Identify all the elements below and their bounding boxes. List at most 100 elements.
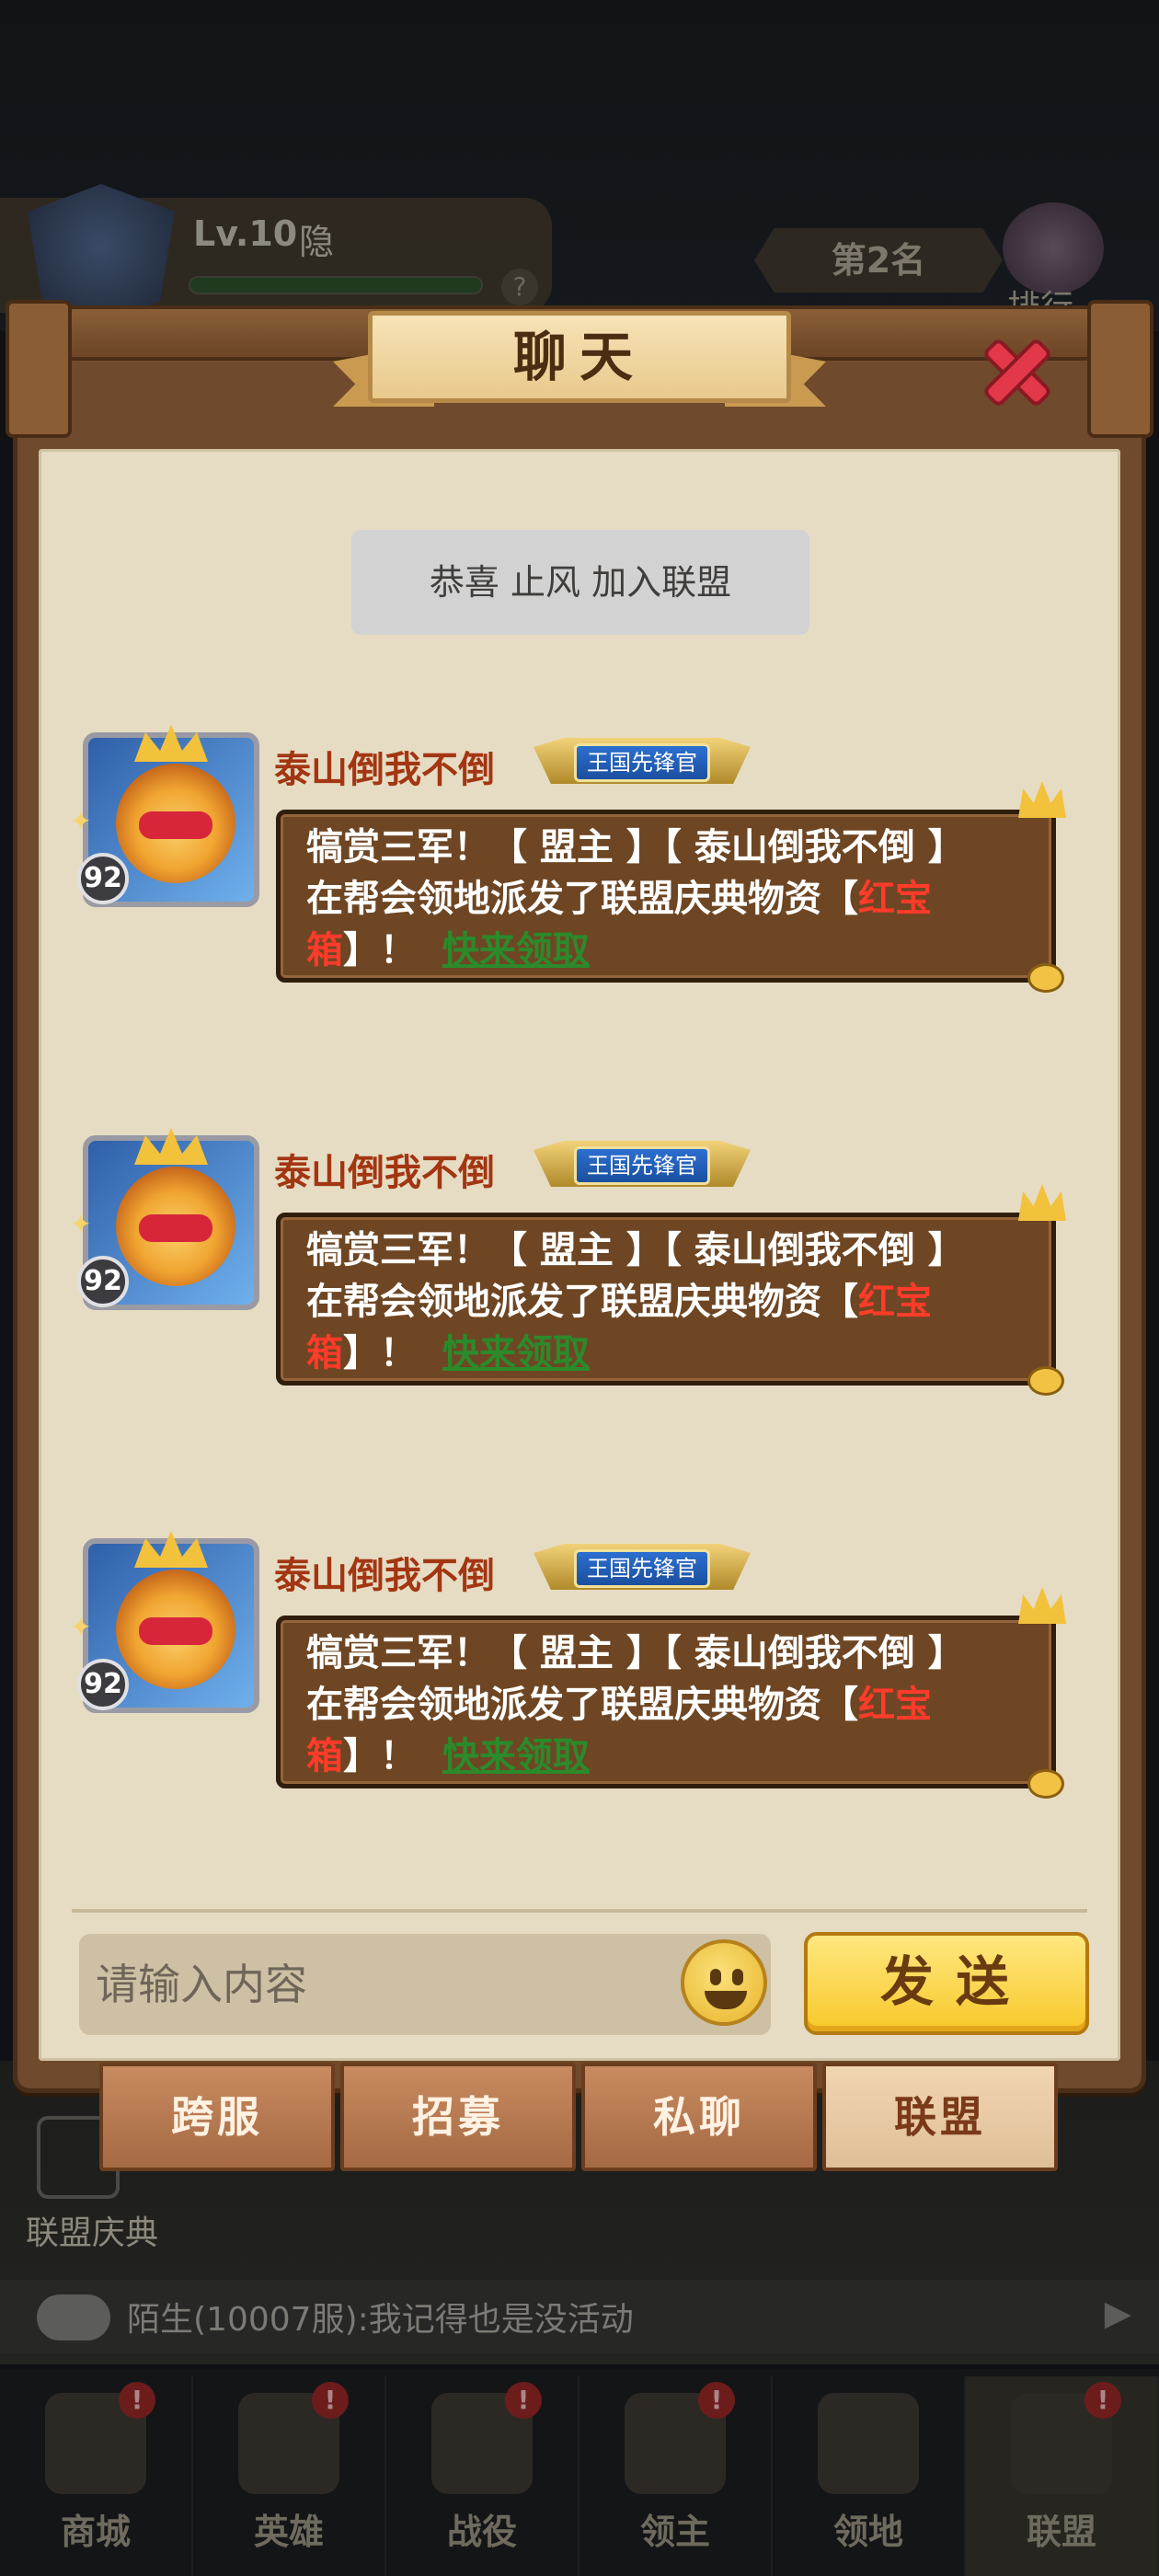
emoji-icon	[732, 1969, 743, 1985]
sender-name[interactable]: 泰山倒我不倒	[274, 1143, 495, 1196]
close-button[interactable]	[971, 326, 1063, 418]
nav-item-lord: ! 领主	[580, 2376, 773, 2576]
message-bubble: 犒赏三军！【 盟主 】【 泰山倒我不倒 】 在帮会领地派发了联盟庆典物资【红宝 …	[276, 1587, 1066, 1799]
winged-badge-icon: 王国先锋官	[534, 1538, 751, 1595]
message-line: 犒赏三军！【 盟主 】【 泰山倒我不倒 】	[306, 1229, 965, 1271]
nav-item-alliance: ! 联盟	[966, 2376, 1159, 2576]
title-badge-label: 王国先锋官	[574, 1549, 710, 1588]
nav-item-campaign: ! 战役	[386, 2376, 580, 2576]
message-text: 】！	[343, 1332, 417, 1374]
claim-link[interactable]: 快来领取	[442, 1735, 590, 1777]
nav-item-territory: 领地	[773, 2376, 966, 2576]
player-status: 隐	[299, 222, 335, 262]
message-text: 】！	[343, 1735, 417, 1777]
message-text: 在帮会领地派发了联盟庆典物资【	[306, 1281, 858, 1323]
dialog-corner-post	[1087, 300, 1153, 438]
dialog-title: 聊天	[368, 311, 791, 403]
dialog-corner-post	[6, 300, 72, 438]
crown-icon	[1018, 1587, 1066, 1624]
chat-bubble-icon	[37, 2294, 110, 2340]
chat-message: 92 泰山倒我不倒 王国先锋官 ✦ 犒赏三军！【 盟主 】【 泰山倒我不倒 】 …	[0, 1529, 1159, 1805]
alert-badge: !	[118, 2382, 155, 2419]
chat-message: 92 泰山倒我不倒 王国先锋官 ✦ 犒赏三军！【 盟主 】【 泰山倒我不倒 】 …	[0, 723, 1159, 999]
emoji-icon	[710, 1969, 721, 1985]
item-name: 箱	[306, 929, 343, 972]
composer-divider	[72, 1909, 1087, 1913]
send-button[interactable]: 发送	[804, 1932, 1089, 2035]
alert-badge: !	[697, 2382, 735, 2419]
crown-icon	[1018, 781, 1066, 818]
alert-badge: !	[1084, 2382, 1121, 2419]
message-line: 犒赏三军！【 盟主 】【 泰山倒我不倒 】	[306, 826, 965, 868]
nav-label: 商城	[60, 2512, 131, 2552]
player-level: Lv.10	[193, 213, 298, 254]
ticker-arrow-icon: ▶	[1104, 2293, 1131, 2333]
item-name: 红宝	[858, 1684, 932, 1726]
avatar-mask	[139, 811, 212, 839]
message-bubble: 犒赏三军！【 盟主 】【 泰山倒我不倒 】 在帮会领地派发了联盟庆典物资【红宝 …	[276, 781, 1066, 993]
title-badge-label: 王国先锋官	[574, 1146, 710, 1185]
item-name: 红宝	[858, 1281, 932, 1323]
crown-icon	[134, 1128, 208, 1165]
sender-name[interactable]: 泰山倒我不倒	[274, 1546, 495, 1599]
sender-avatar[interactable]: 92	[77, 725, 259, 907]
message-line: 在帮会领地派发了联盟庆典物资【红宝	[306, 873, 1031, 925]
message-line: 在帮会领地派发了联盟庆典物资【红宝	[306, 1276, 1031, 1328]
tab-recruit[interactable]: 招募	[340, 2063, 576, 2171]
avatar-level-badge: 92	[77, 1256, 129, 1307]
nav-item-shop: ! 商城	[0, 2376, 193, 2576]
message-line: 在帮会领地派发了联盟庆典物资【红宝	[306, 1679, 1031, 1731]
crown-icon	[1018, 1184, 1066, 1221]
message-line: 犒赏三军！【 盟主 】【 泰山倒我不倒 】	[306, 1632, 965, 1674]
item-name: 红宝	[858, 878, 932, 920]
winged-badge-icon: 王国先锋官	[534, 732, 751, 789]
celebration-label: 联盟庆典	[26, 2214, 159, 2252]
chat-message: 92 泰山倒我不倒 王国先锋官 ✦ 犒赏三军！【 盟主 】【 泰山倒我不倒 】 …	[0, 1126, 1159, 1402]
tab-cross-server[interactable]: 跨服	[99, 2063, 335, 2171]
avatar-level-badge: 92	[77, 1659, 129, 1710]
crown-icon	[134, 725, 208, 762]
ticker-text: 陌生(10007服):我记得也是没活动	[127, 2301, 634, 2339]
nav-label: 战役	[446, 2512, 517, 2552]
message-bubble: 犒赏三军！【 盟主 】【 泰山倒我不倒 】 在帮会领地派发了联盟庆典物资【红宝 …	[276, 1184, 1066, 1396]
claim-link[interactable]: 快来领取	[442, 929, 590, 972]
tab-private-chat[interactable]: 私聊	[581, 2063, 817, 2171]
nav-item-heroes: ! 英雄	[193, 2376, 386, 2576]
coins-icon	[1027, 1366, 1064, 1396]
rank-label: 第2名	[754, 228, 1003, 293]
nav-label: 领地	[832, 2512, 903, 2552]
emoji-icon	[705, 1991, 747, 2009]
avatar-level-badge: 92	[77, 853, 129, 904]
title-badge-label: 王国先锋官	[574, 743, 710, 782]
alert-badge: !	[311, 2382, 349, 2419]
sender-name[interactable]: 泰山倒我不倒	[274, 740, 495, 793]
message-text: 】！	[343, 929, 417, 972]
message-line: 箱】！ 快来领取	[306, 925, 1031, 976]
sender-avatar[interactable]: 92	[77, 1531, 259, 1713]
message-text: 在帮会领地派发了联盟庆典物资【	[306, 878, 858, 920]
item-name: 箱	[306, 1735, 343, 1777]
castle-icon	[818, 2393, 919, 2494]
channel-tabs: 跨服 招募 私聊 联盟	[99, 2063, 1060, 2173]
system-notice: 恭喜 止风 加入联盟	[351, 530, 809, 635]
experience-bar	[189, 276, 483, 294]
message-line: 箱】！ 快来领取	[306, 1328, 1031, 1379]
chat-ticker: 陌生(10007服):我记得也是没活动 ▶	[0, 2280, 1159, 2353]
emoji-button[interactable]	[681, 1939, 767, 2026]
sparkle-icon: ✦	[70, 1209, 92, 1239]
sparkle-icon: ✦	[70, 806, 92, 836]
claim-link[interactable]: 快来领取	[442, 1332, 590, 1374]
avatar-mask	[139, 1617, 212, 1645]
sender-avatar[interactable]: 92	[77, 1128, 259, 1310]
winged-badge-icon: 王国先锋官	[534, 1135, 751, 1192]
bottom-navigation: ! 商城 ! 英雄 ! 战役 ! 领主 领地 ! 联盟	[0, 2369, 1159, 2576]
sparkle-icon: ✦	[70, 1612, 92, 1642]
nav-label: 领主	[639, 2512, 710, 2552]
crown-icon	[134, 1531, 208, 1568]
tab-alliance[interactable]: 联盟	[822, 2063, 1058, 2171]
chat-input[interactable]	[79, 1934, 771, 2035]
help-icon: ?	[501, 269, 538, 305]
message-text: 在帮会领地派发了联盟庆典物资【	[306, 1684, 858, 1726]
nav-label: 联盟	[1026, 2512, 1096, 2552]
coins-icon	[1027, 1769, 1064, 1799]
